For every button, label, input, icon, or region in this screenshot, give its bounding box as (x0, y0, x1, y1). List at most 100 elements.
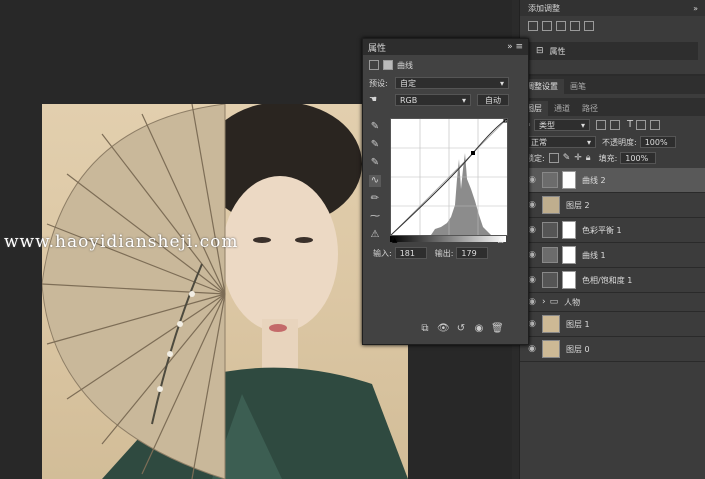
fill-field[interactable]: 100% (620, 152, 657, 164)
brightness-icon[interactable] (528, 21, 538, 31)
lock-all-icon[interactable]: 🔒︎ (586, 153, 591, 163)
layer-row-curves-1[interactable]: ◉ 曲线 1 (520, 243, 705, 268)
filter-type-icon[interactable]: T (624, 119, 636, 131)
collapse-icon[interactable]: » (693, 4, 698, 13)
mask-panel-icon[interactable] (383, 60, 393, 70)
blend-mode-dropdown[interactable]: 正常 ▾ (526, 136, 596, 148)
layer-name: 图层 1 (566, 319, 590, 329)
properties-title: 属性 (368, 43, 387, 54)
properties-label: 属性 (549, 46, 566, 56)
layer-name: 曲线 1 (582, 250, 606, 260)
output-value: 179 (461, 248, 477, 258)
properties-icon[interactable]: ⊟ (536, 46, 544, 56)
curves-adjustment-icon (542, 247, 558, 263)
layer-mask-thumbnail[interactable] (562, 221, 576, 239)
curves-icon[interactable] (556, 21, 566, 31)
color-balance-adjustment-icon (542, 222, 558, 238)
layer-row-curves-2[interactable]: ◉ 曲线 2 (520, 168, 705, 193)
filter-smart-icon[interactable] (650, 120, 661, 130)
clipping-warning-icon[interactable]: ⚠ (369, 229, 381, 241)
view-previous-icon[interactable]: 👁︎ (437, 323, 450, 335)
levels-icon[interactable] (542, 21, 552, 31)
layer-name: 图层 0 (566, 344, 590, 354)
portrait-image (42, 104, 408, 479)
input-value: 181 (399, 248, 415, 258)
black-eyedropper-icon[interactable]: ✎ (369, 121, 381, 133)
filter-shape-icon[interactable] (636, 120, 647, 130)
opacity-label: 不透明度: (602, 137, 637, 147)
output-field[interactable]: 179 (456, 247, 489, 259)
layer-thumbnail (542, 196, 560, 214)
white-point-slider[interactable]: △ (498, 236, 503, 244)
blend-mode-value: 正常 (531, 137, 547, 147)
smooth-icon[interactable]: ⁓ (369, 211, 381, 223)
lock-transparent-icon[interactable] (548, 153, 559, 163)
adjustments-title: 添加调整 (528, 3, 560, 13)
target-adjust-icon[interactable]: ☚ (369, 95, 395, 105)
layer-thumbnail (542, 315, 560, 333)
tab-paths[interactable]: 路径 (576, 101, 604, 116)
gray-eyedropper-icon[interactable]: ✎ (369, 139, 381, 151)
layer-name: 色彩平衡 1 (582, 225, 622, 235)
layer-mask-thumbnail[interactable] (562, 271, 576, 289)
layer-row-layer-0[interactable]: ◉ 图层 0 (520, 337, 705, 362)
layer-mask-thumbnail[interactable] (562, 171, 576, 189)
fill-label: 填充: (598, 153, 618, 163)
black-point-slider[interactable]: ▲ (392, 236, 397, 244)
dock-top-panel: 添加调整 » ⊟ 属性 (519, 0, 705, 74)
layer-name: 色相/饱和度 1 (582, 275, 633, 285)
layer-row-hue-saturation-1[interactable]: ◉ 色相/饱和度 1 (520, 268, 705, 293)
curves-tools: ✎ ✎ ✎ ∿ ✏ ⁓ ⚠ (369, 121, 383, 241)
tab-channels[interactable]: 通道 (548, 101, 576, 116)
pencil-tool-icon[interactable]: ✏ (369, 193, 381, 205)
tab-brush[interactable]: 画笔 (564, 79, 592, 94)
layer-group-people[interactable]: ◉ › ▭ 人物 (520, 293, 705, 312)
preset-dropdown[interactable]: 自定 ▾ (395, 77, 509, 89)
adjust-tabbar: 调整设置 画笔 (520, 76, 705, 94)
curve-point-tool-icon[interactable]: ∿ (369, 175, 381, 187)
layer-row-layer-2[interactable]: ◉ 图层 2 (520, 193, 705, 218)
visibility-toggle-icon[interactable]: ◉ (473, 323, 485, 335)
panel-menu-icon[interactable]: » ≡ (507, 42, 523, 52)
layer-mask-thumbnail[interactable] (562, 246, 576, 264)
lock-paint-icon[interactable]: ✎ (563, 153, 571, 163)
properties-footer: ⧉ 👁︎ ↺ ◉ 🗑︎ (419, 323, 503, 335)
folder-icon: ▭ (549, 297, 559, 307)
layer-name: 曲线 2 (582, 175, 606, 185)
channel-dropdown[interactable]: RGB ▾ (395, 94, 471, 106)
exposure-icon[interactable] (570, 21, 580, 31)
filter-pixel-icon[interactable] (596, 120, 607, 130)
properties-titlebar[interactable]: 属性 » ≡ (363, 39, 528, 55)
clip-to-layer-icon[interactable]: ⧉ (419, 323, 431, 335)
properties-subtitle: 曲线 (397, 60, 413, 70)
filter-adjust-icon[interactable] (610, 120, 621, 130)
curves-graph[interactable] (390, 118, 508, 236)
curve-point (471, 151, 475, 155)
layer-row-color-balance-1[interactable]: ◉ 色彩平衡 1 (520, 218, 705, 243)
channel-value: RGB (400, 95, 418, 105)
layer-name: 人物 (564, 297, 581, 307)
hue-saturation-adjustment-icon (542, 272, 558, 288)
kind-filter-value: 类型 (539, 120, 556, 130)
curves-graph-svg (390, 118, 508, 236)
preset-label: 预设: (369, 78, 388, 88)
delete-icon[interactable]: 🗑︎ (491, 323, 504, 335)
curves-panel-icon (369, 60, 379, 70)
visibility-eye-icon[interactable]: ◉ (526, 344, 538, 354)
white-eyedropper-icon[interactable]: ✎ (369, 157, 381, 169)
lock-move-icon[interactable]: ✛ (574, 153, 582, 163)
kind-filter-dropdown[interactable]: 类型 ▾ (534, 119, 591, 131)
curves-adjustment-icon (542, 172, 558, 188)
auto-button-label: 自动 (485, 95, 501, 105)
opacity-field[interactable]: 100% (639, 136, 676, 148)
layer-row-layer-1[interactable]: ◉ 图层 1 (520, 312, 705, 337)
auto-button[interactable]: 自动 (477, 94, 509, 106)
vibrance-icon[interactable] (584, 21, 594, 31)
fill-value: 100% (625, 153, 649, 163)
output-label: 输出: (434, 248, 454, 258)
layers-tabbar: 图层 通道 路径 (520, 98, 705, 116)
input-field[interactable]: 181 (394, 247, 427, 259)
reset-icon[interactable]: ↺ (455, 323, 467, 335)
canvas-image[interactable] (42, 104, 408, 479)
group-expand-icon[interactable]: › (542, 297, 546, 307)
